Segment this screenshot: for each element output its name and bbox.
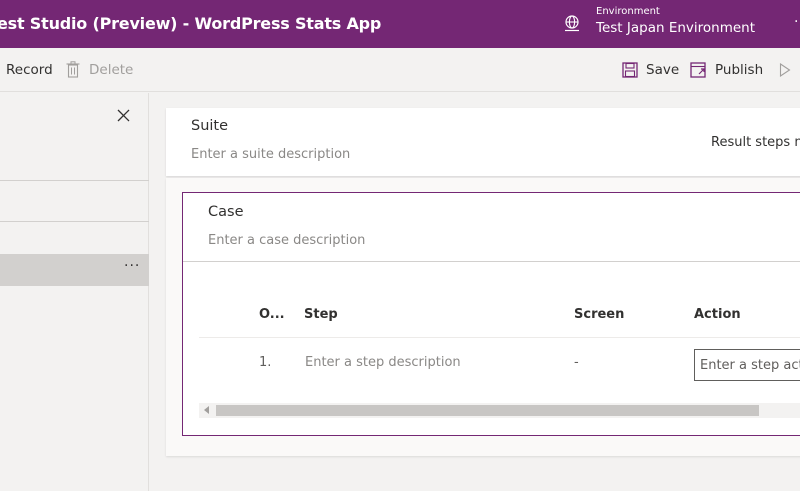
title-bar: est Studio (Preview) - WordPress Stats A… xyxy=(0,0,800,48)
tree-panel: ··· xyxy=(0,93,149,491)
step-description-input[interactable]: Enter a step description xyxy=(305,355,461,370)
command-bar: Record Delete Save Publish xyxy=(0,48,800,92)
case-card: Case Enter a case description O... Step … xyxy=(182,192,800,436)
table-row-divider xyxy=(199,337,800,338)
suite-card: Suite Enter a suite description Result s… xyxy=(166,108,800,176)
result-steps-label: Result steps no xyxy=(711,135,800,150)
publish-button[interactable]: Publish xyxy=(715,62,763,78)
app-title: est Studio (Preview) - WordPress Stats A… xyxy=(0,14,382,33)
scrollbar-thumb[interactable] xyxy=(216,405,759,416)
save-icon xyxy=(622,62,638,78)
column-header-order[interactable]: O... xyxy=(259,307,285,322)
column-header-action[interactable]: Action xyxy=(694,307,741,322)
delete-button[interactable]: Delete xyxy=(89,62,133,78)
horizontal-scrollbar[interactable] xyxy=(199,403,800,418)
suite-description-input[interactable]: Enter a suite description xyxy=(191,147,350,162)
panel-divider xyxy=(0,221,149,222)
more-options-icon[interactable]: ··· xyxy=(124,258,140,274)
suite-title: Suite xyxy=(191,118,229,134)
step-action-input[interactable] xyxy=(694,349,800,381)
panel-divider xyxy=(0,180,149,181)
play-icon[interactable] xyxy=(779,63,791,77)
record-button[interactable]: Record xyxy=(6,62,53,78)
save-button[interactable]: Save xyxy=(646,62,679,78)
step-order: 1. xyxy=(259,355,272,370)
more-icon[interactable]: · xyxy=(794,14,798,30)
trash-icon xyxy=(66,61,80,78)
column-header-screen[interactable]: Screen xyxy=(574,307,624,322)
publish-icon xyxy=(690,62,706,78)
environment-name[interactable]: Test Japan Environment xyxy=(596,20,755,36)
case-description-input[interactable]: Enter a case description xyxy=(208,233,365,248)
column-header-step[interactable]: Step xyxy=(304,307,338,322)
case-title: Case xyxy=(208,204,244,220)
close-icon[interactable] xyxy=(117,109,130,122)
step-screen: - xyxy=(574,355,579,370)
globe-icon[interactable] xyxy=(563,15,581,33)
case-container: Case Enter a case description O... Step … xyxy=(166,178,800,456)
environment-label: Environment xyxy=(596,6,660,17)
scroll-left-icon[interactable] xyxy=(204,406,209,414)
case-divider xyxy=(183,261,800,262)
selected-tree-item[interactable]: ··· xyxy=(0,254,149,286)
